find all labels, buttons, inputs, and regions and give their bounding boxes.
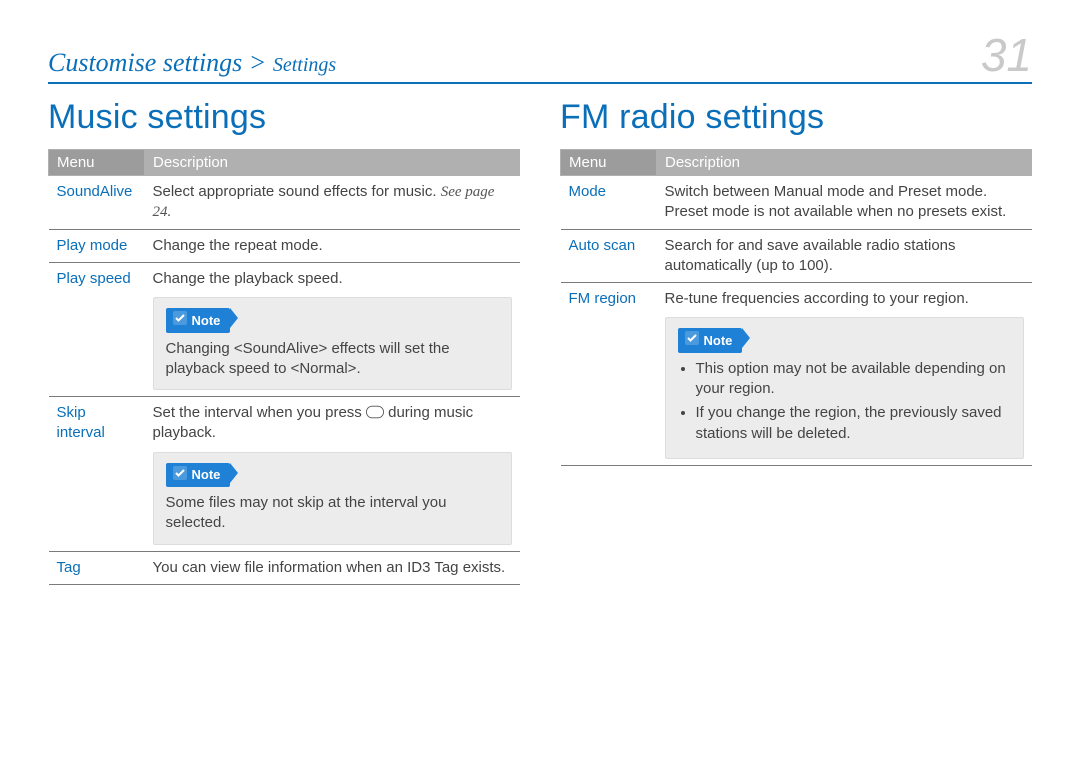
menu-mode: Mode — [561, 176, 657, 230]
row-fmregion: FM region Re-tune frequencies according … — [561, 283, 1032, 466]
fm-radio-table: Menu Description Mode Switch between Man… — [560, 149, 1032, 466]
menu-fmregion: FM region — [561, 283, 657, 466]
columns: Music settings Menu Description SoundAli… — [48, 94, 1032, 585]
col-header-description: Description — [145, 150, 520, 176]
checkbox-icon — [172, 465, 188, 486]
row-skip-interval: Skip interval Set the interval when you … — [49, 397, 520, 552]
desc-mode: Switch between Manual mode and Preset mo… — [657, 176, 1032, 230]
fmregion-note-bullet-2: If you change the region, the previously… — [696, 403, 1011, 444]
breadcrumb-sep: > — [249, 48, 267, 77]
menu-tag: Tag — [49, 551, 145, 584]
menu-playspeed: Play speed — [49, 262, 145, 396]
desc-soundalive-text: Select appropriate sound effects for mus… — [153, 183, 441, 200]
skip-desc-top: Set the interval when you press during m… — [153, 403, 512, 444]
skip-desc-before: Set the interval when you press — [153, 404, 366, 421]
fmregion-note-bullet-1: This option may not be available dependi… — [696, 359, 1011, 400]
page-number: 31 — [981, 32, 1032, 78]
desc-autoscan: Search for and save available radio stat… — [657, 229, 1032, 283]
note-badge: Note — [678, 328, 743, 353]
desc-playmode: Change the repeat mode. — [145, 229, 520, 262]
playspeed-desc-top: Change the playback speed. — [153, 269, 512, 289]
note-label: Note — [704, 332, 733, 350]
manual-page: Customise settings > Settings 31 Music s… — [0, 0, 1080, 762]
row-playspeed: Play speed Change the playback speed. — [49, 262, 520, 396]
note-label: Note — [192, 466, 221, 484]
col-header-menu: Menu — [49, 150, 145, 176]
right-column: FM radio settings Menu Description Mode … — [560, 94, 1032, 585]
desc-soundalive: Select appropriate sound effects for mus… — [145, 176, 520, 230]
note-label: Note — [192, 312, 221, 330]
desc-skip-interval: Set the interval when you press during m… — [145, 397, 520, 552]
checkbox-icon — [684, 330, 700, 351]
fm-radio-heading: FM radio settings — [560, 98, 1032, 137]
col-header-description: Description — [657, 150, 1032, 176]
music-settings-heading: Music settings — [48, 98, 520, 137]
header-row: Customise settings > Settings 31 — [48, 32, 1032, 84]
desc-fmregion: Re-tune frequencies according to your re… — [657, 283, 1032, 466]
breadcrumb-sub: Settings — [273, 54, 336, 76]
menu-autoscan: Auto scan — [561, 229, 657, 283]
skip-note-text: Some files may not skip at the interval … — [166, 493, 499, 534]
button-icon — [366, 403, 384, 423]
breadcrumb-main: Customise settings — [48, 48, 242, 77]
menu-soundalive: SoundAlive — [49, 176, 145, 230]
playspeed-note: Note Changing <SoundAlive> effects will … — [153, 297, 512, 390]
fmregion-note: Note This option may not be available de… — [665, 317, 1024, 459]
note-badge: Note — [166, 463, 231, 488]
desc-playspeed: Change the playback speed. Note Changing… — [145, 262, 520, 396]
fmregion-note-list: This option may not be available dependi… — [678, 359, 1011, 444]
menu-skip-interval: Skip interval — [49, 397, 145, 552]
breadcrumb: Customise settings > Settings — [48, 48, 336, 78]
menu-playmode: Play mode — [49, 229, 145, 262]
desc-tag: You can view file information when an ID… — [145, 551, 520, 584]
checkbox-icon — [172, 310, 188, 331]
fmregion-desc-top: Re-tune frequencies according to your re… — [665, 289, 1024, 309]
row-autoscan: Auto scan Search for and save available … — [561, 229, 1032, 283]
row-tag: Tag You can view file information when a… — [49, 551, 520, 584]
row-playmode: Play mode Change the repeat mode. — [49, 229, 520, 262]
row-soundalive: SoundAlive Select appropriate sound effe… — [49, 176, 520, 230]
playspeed-note-text: Changing <SoundAlive> effects will set t… — [166, 339, 499, 380]
col-header-menu: Menu — [561, 150, 657, 176]
row-mode: Mode Switch between Manual mode and Pres… — [561, 176, 1032, 230]
left-column: Music settings Menu Description SoundAli… — [48, 94, 520, 585]
note-badge: Note — [166, 308, 231, 333]
skip-note: Note Some files may not skip at the inte… — [153, 452, 512, 545]
music-settings-table: Menu Description SoundAlive Select appro… — [48, 149, 520, 585]
